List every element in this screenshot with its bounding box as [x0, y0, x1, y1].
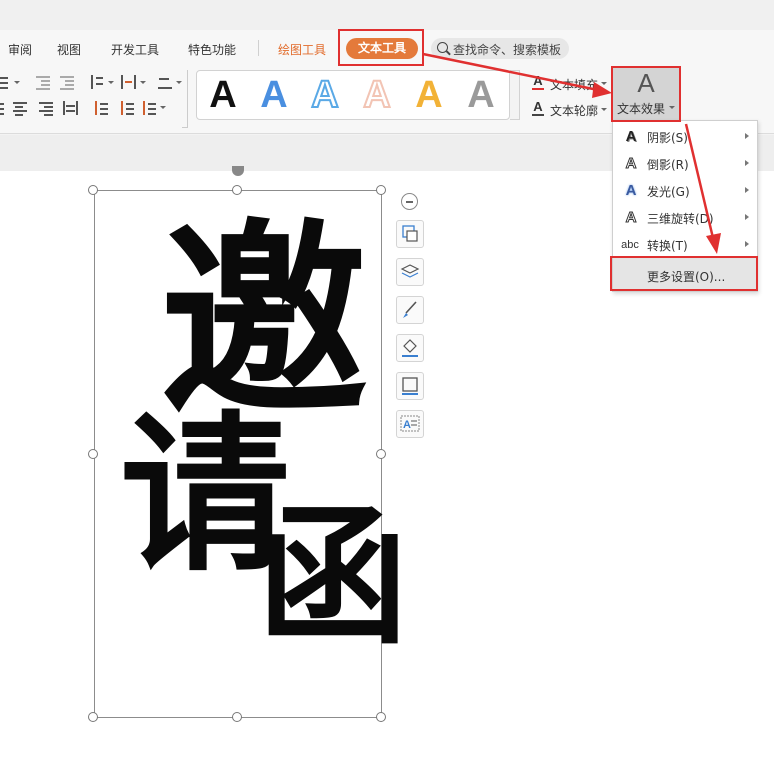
submenu-arrow-icon: [745, 187, 749, 193]
resize-handle-right[interactable]: [376, 449, 386, 459]
text-style-black[interactable]: A: [203, 74, 243, 116]
text-wrap-icon: A: [400, 415, 420, 432]
format-painter-button[interactable]: [396, 296, 424, 324]
fill-button[interactable]: [396, 334, 424, 362]
3d-rotation-icon: A: [625, 209, 637, 226]
resize-handle-bottom[interactable]: [232, 712, 242, 722]
layer-order-button[interactable]: [396, 258, 424, 286]
submenu-arrow-icon: [745, 241, 749, 247]
text-style-gray[interactable]: A: [461, 74, 501, 116]
text-outline-icon[interactable]: A: [531, 100, 545, 114]
menu-item-shadow[interactable]: A 阴影(S): [613, 123, 757, 150]
line-spacing-icon[interactable]: [120, 74, 138, 90]
submenu-arrow-icon: [745, 160, 749, 166]
text-style-gallery: A A A A A A: [196, 70, 510, 120]
text-style-peach-outline[interactable]: A: [357, 73, 397, 117]
layout-options-icon: [402, 225, 418, 242]
gallery-scrollbar[interactable]: [510, 70, 520, 120]
spacing-after-icon[interactable]: [140, 100, 158, 116]
text-style-gold[interactable]: A: [409, 74, 449, 116]
text-direction-icon[interactable]: [156, 74, 174, 90]
glow-icon: A: [625, 182, 637, 199]
decrease-indent-icon[interactable]: [34, 74, 52, 90]
text-wrap-button[interactable]: A: [396, 410, 424, 438]
layout-options-button[interactable]: [396, 220, 424, 248]
tab-review[interactable]: 审阅: [8, 41, 32, 58]
submenu-arrow-icon: [745, 133, 749, 139]
tab-special-features[interactable]: 特色功能: [188, 41, 236, 58]
align-right-icon[interactable]: [37, 100, 55, 116]
svg-text:A: A: [403, 419, 411, 431]
resize-handle-top[interactable]: [232, 185, 242, 195]
layers-icon: [400, 264, 420, 278]
text-fill-color-swatch: [532, 88, 544, 90]
text-fill-dropdown-caret[interactable]: [601, 82, 607, 85]
text-fill-icon[interactable]: A: [531, 74, 545, 88]
menu-item-glow[interactable]: A 发光(G): [613, 177, 757, 204]
menu-item-reflection-label: 倒影(R): [647, 158, 689, 172]
increase-indent-icon[interactable]: [58, 74, 76, 90]
brush-icon: [403, 301, 417, 318]
menu-item-3d-rotation[interactable]: A 三维旋转(D): [613, 204, 757, 231]
resize-handle-bottom-left[interactable]: [88, 712, 98, 722]
annotation-box-text-tools-tab: [338, 29, 424, 66]
tab-developer[interactable]: 开发工具: [111, 41, 159, 58]
align-center-icon[interactable]: [11, 100, 29, 116]
justify-icon[interactable]: [62, 100, 80, 116]
paragraph-spacing-icon[interactable]: [92, 100, 110, 116]
spacing-dropdown-caret[interactable]: [160, 106, 166, 109]
text-style-light-blue-outline[interactable]: A: [305, 73, 345, 117]
spacing-before-icon[interactable]: [118, 100, 136, 116]
text-outline-color-swatch: [532, 114, 544, 116]
sort-dropdown-caret[interactable]: [108, 81, 114, 84]
shadow-icon: A: [625, 128, 637, 145]
side-toolbar-collapse-icon[interactable]: [401, 193, 418, 210]
bullets-dropdown-caret[interactable]: [14, 81, 20, 84]
search-box[interactable]: 查找命令、搜索模板: [431, 38, 569, 59]
menu-item-shadow-label: 阴影(S): [647, 131, 688, 145]
reflection-icon: A: [625, 155, 637, 172]
menu-item-transform[interactable]: abc 转换(T): [613, 231, 757, 258]
annotation-box-more-settings: [610, 256, 758, 291]
menu-item-glow-label: 发光(G): [647, 185, 690, 199]
text-outline-button[interactable]: 文本轮廓: [550, 102, 598, 119]
resize-handle-bottom-right[interactable]: [376, 712, 386, 722]
resize-handle-top-left[interactable]: [88, 185, 98, 195]
text-fill-button[interactable]: 文本填充: [550, 76, 598, 93]
text-outline-dropdown-caret[interactable]: [601, 108, 607, 111]
sort-icon[interactable]: [88, 74, 106, 90]
text-style-blue[interactable]: A: [254, 74, 294, 116]
calligraphy-char-letter[interactable]: 函: [258, 502, 408, 652]
align-left-icon[interactable]: [0, 100, 6, 116]
annotation-box-text-effect: [611, 66, 681, 122]
outline-icon: [402, 377, 418, 395]
menu-item-transform-label: 转换(T): [647, 239, 688, 253]
resize-handle-top-right[interactable]: [376, 185, 386, 195]
menu-item-reflection[interactable]: A 倒影(R): [613, 150, 757, 177]
resize-handle-left[interactable]: [88, 449, 98, 459]
search-icon: [437, 42, 448, 53]
submenu-arrow-icon: [745, 214, 749, 220]
line-spacing-dropdown-caret[interactable]: [140, 81, 146, 84]
tab-drawing-tools[interactable]: 绘图工具: [278, 41, 326, 58]
menu-item-3d-rotation-label: 三维旋转(D): [647, 212, 714, 226]
tab-view[interactable]: 视图: [57, 41, 81, 58]
outline-button[interactable]: [396, 372, 424, 400]
tab-divider: [258, 40, 259, 56]
bullets-icon[interactable]: [0, 74, 12, 90]
paragraph-group-corner: [182, 70, 188, 128]
fill-bucket-icon: [402, 339, 418, 357]
title-strip: [0, 0, 774, 30]
transform-abc-icon: abc: [621, 239, 639, 251]
search-input[interactable]: 查找命令、搜索模板: [453, 41, 561, 58]
